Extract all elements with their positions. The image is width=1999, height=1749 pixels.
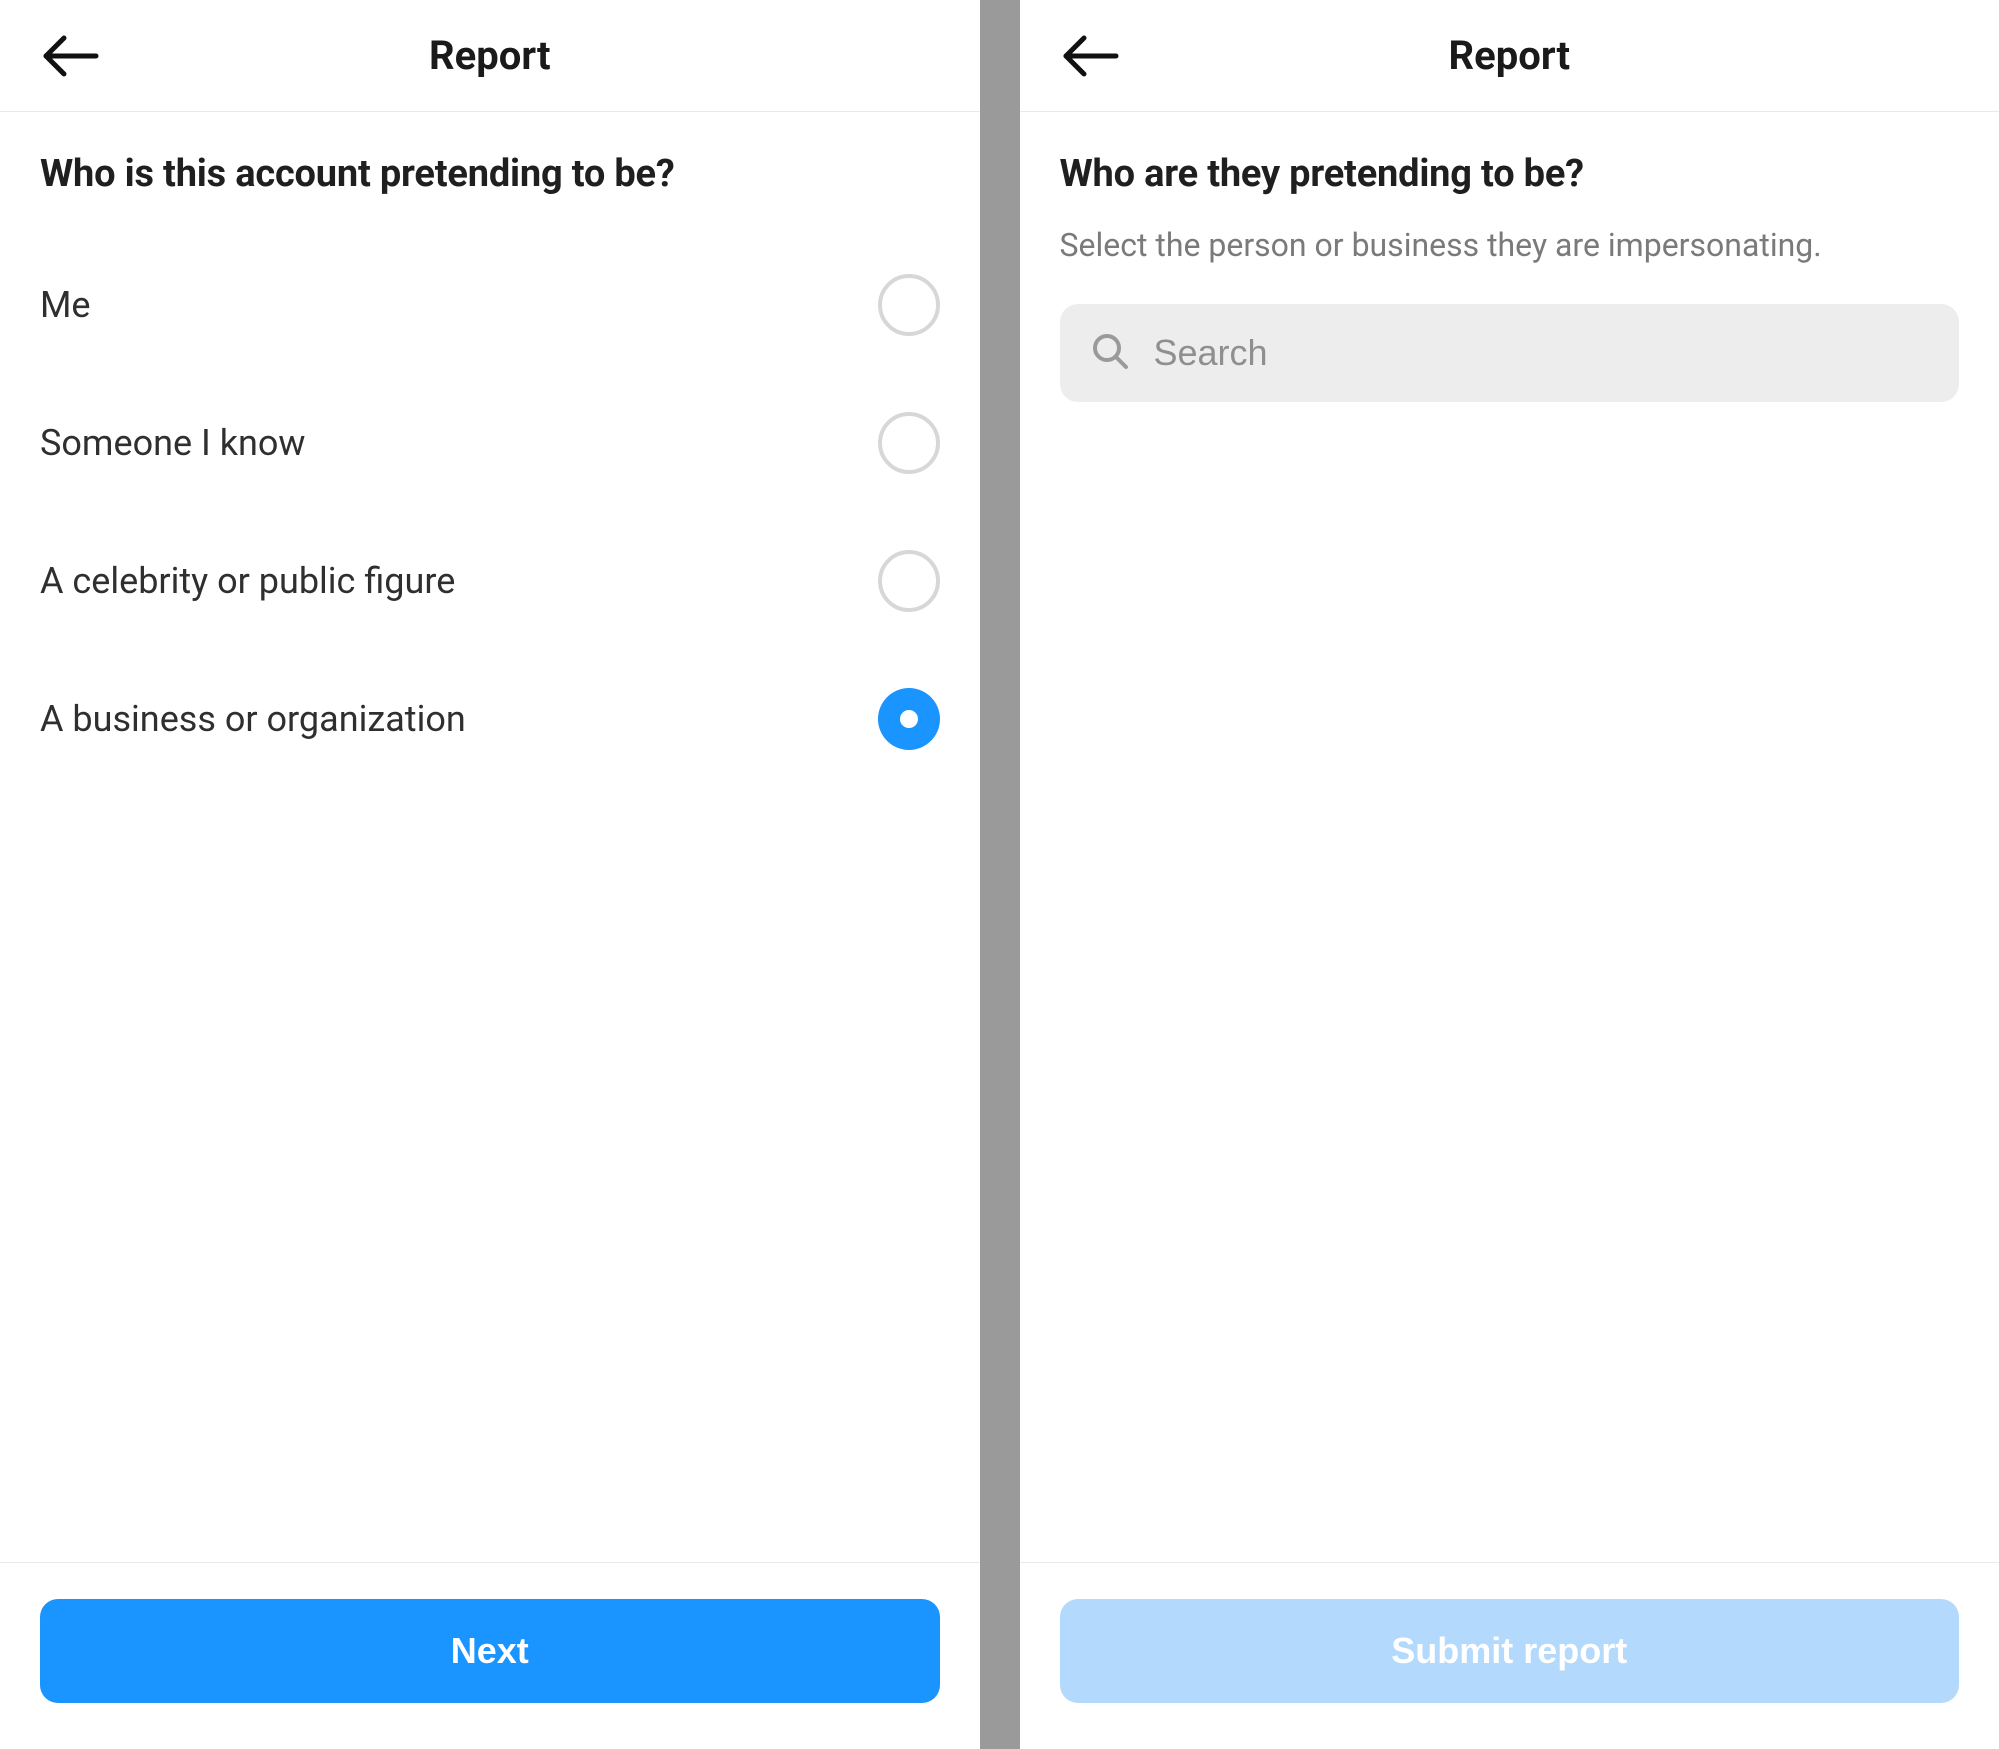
submit-report-button[interactable]: Submit report bbox=[1060, 1599, 1960, 1703]
header-title: Report bbox=[1050, 32, 1970, 79]
search-input[interactable] bbox=[1154, 332, 1930, 374]
next-button[interactable]: Next bbox=[40, 1599, 940, 1703]
header-title: Report bbox=[30, 32, 950, 79]
option-label: Someone I know bbox=[40, 422, 305, 464]
report-screen-right: Report Who are they pretending to be? Se… bbox=[1020, 0, 1999, 1749]
footer: Submit report bbox=[1020, 1562, 1999, 1749]
back-arrow-icon[interactable] bbox=[1060, 34, 1120, 78]
option-label: A business or organization bbox=[40, 698, 466, 740]
header: Report bbox=[1020, 0, 1999, 112]
body: Who are they pretending to be? Select th… bbox=[1020, 112, 1999, 1562]
subtitle-text: Select the person or business they are i… bbox=[1060, 226, 1960, 264]
radio-icon[interactable] bbox=[878, 274, 940, 336]
option-business[interactable]: A business or organization bbox=[40, 650, 940, 788]
back-arrow-icon[interactable] bbox=[40, 34, 100, 78]
option-label: Me bbox=[40, 284, 91, 326]
question-text: Who is this account pretending to be? bbox=[40, 152, 940, 196]
report-screen-left: Report Who is this account pretending to… bbox=[0, 0, 980, 1749]
option-label: A celebrity or public figure bbox=[40, 560, 455, 602]
question-text: Who are they pretending to be? bbox=[1060, 152, 1960, 196]
radio-icon[interactable] bbox=[878, 688, 940, 750]
radio-icon[interactable] bbox=[878, 412, 940, 474]
footer: Next bbox=[0, 1562, 980, 1749]
body: Who is this account pretending to be? Me… bbox=[0, 112, 980, 1562]
header: Report bbox=[0, 0, 980, 112]
radio-icon[interactable] bbox=[878, 550, 940, 612]
option-me[interactable]: Me bbox=[40, 236, 940, 374]
option-someone-i-know[interactable]: Someone I know bbox=[40, 374, 940, 512]
option-celebrity[interactable]: A celebrity or public figure bbox=[40, 512, 940, 650]
search-box[interactable] bbox=[1060, 304, 1960, 402]
search-icon bbox=[1090, 331, 1130, 375]
